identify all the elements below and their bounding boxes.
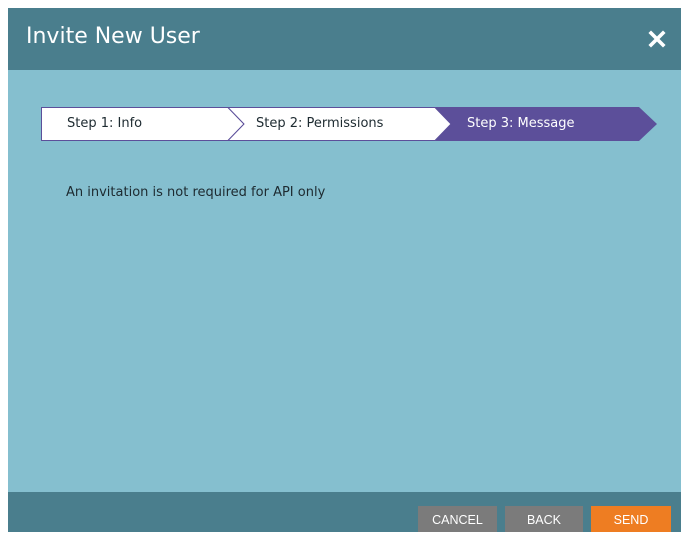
- invite-user-dialog: Invite New User Step 1: Info Step 2: Per…: [8, 8, 681, 532]
- step-3-shape[interactable]: [435, 107, 657, 141]
- step-progress: Step 1: Info Step 2: Permissions Step 3:…: [41, 107, 661, 141]
- back-button[interactable]: BACK: [505, 506, 583, 532]
- dialog-header: Invite New User: [8, 8, 681, 70]
- send-button[interactable]: SEND: [591, 506, 671, 532]
- dialog-title: Invite New User: [26, 24, 200, 49]
- step-1-shape[interactable]: [41, 107, 245, 141]
- invitation-message: An invitation is not required for API on…: [66, 185, 326, 200]
- step-2-shape[interactable]: [226, 107, 452, 141]
- dialog-footer: CANCEL BACK SEND: [8, 492, 681, 532]
- close-icon[interactable]: [643, 25, 671, 53]
- cancel-button[interactable]: CANCEL: [418, 506, 497, 532]
